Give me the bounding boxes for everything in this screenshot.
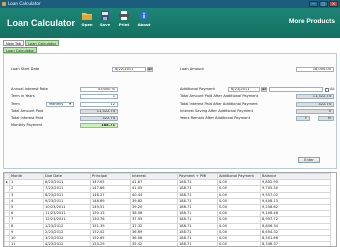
total-amount-paid-label: Total Amount Paid <box>11 109 44 113</box>
term-frequency-value: Monthly <box>49 102 64 106</box>
window-title: Loan Calculator <box>8 1 41 6</box>
table-cell[interactable]: 188.71 <box>177 241 218 246</box>
total-amount-paid-field: 11,322.74 <box>80 109 118 114</box>
additional-payment-date-field[interactable]: 6/23/2011 <box>228 87 260 92</box>
term-label: Term <box>11 102 20 106</box>
monthly-payment-field: 188.71 <box>80 123 118 128</box>
calendar-dropdown-icon[interactable]: ▦▾ <box>261 87 267 92</box>
total-interest-after-field: 322.74 <box>296 102 334 107</box>
interest-saving-label: Interest Saving After Additional Payment <box>180 109 253 113</box>
table-cell[interactable]: 35.42 <box>130 241 178 246</box>
window-titlebar: Loan Calculator – □ × <box>0 0 340 8</box>
save-icon <box>101 11 109 20</box>
save-button[interactable]: Save <box>96 11 114 27</box>
additional-payment-label: Additional Payment <box>180 87 215 91</box>
tab-new-tab[interactable]: New Tab <box>3 40 25 46</box>
open-label: Open <box>81 22 93 27</box>
tab-loan-calculator[interactable]: Loan Calculator <box>25 40 60 46</box>
print-button[interactable]: Print <box>115 11 133 27</box>
annual-rate-field[interactable]: 5.0000 % <box>80 87 118 92</box>
table-cell[interactable]: 11 <box>9 241 44 246</box>
years-remain-m-field: M <box>318 116 334 121</box>
all-checkbox[interactable] <box>325 87 329 92</box>
info-icon <box>139 11 149 20</box>
additional-payment-field[interactable] <box>269 87 323 92</box>
app-title: Loan Calculator <box>7 18 76 28</box>
app-header: Loan Calculator Open Save Print About Mo… <box>0 8 340 38</box>
amortization-table: Month Due Date Principal Interest Paymen… <box>3 172 337 247</box>
enter-button[interactable]: Enter <box>298 157 320 163</box>
annual-rate-label: Annual Interest Rate <box>11 87 48 91</box>
calculator-panel: Loan Start Date 6/22/2011 ▦▾ Loan Amount… <box>3 53 337 169</box>
minimize-button[interactable]: – <box>309 1 318 7</box>
printer-icon <box>119 11 129 20</box>
total-paid-after-label: Total Amount Paid After Additional Payme… <box>180 94 259 98</box>
years-remain-y-field: Y <box>296 116 310 121</box>
loan-amount-label: Loan Amount <box>180 67 204 71</box>
years-remain-label: Years Remain After Additional Payment <box>180 116 250 120</box>
print-label: Print <box>118 22 130 27</box>
close-button[interactable]: × <box>329 1 338 7</box>
loan-start-date-field[interactable]: 6/22/2011 <box>112 67 146 72</box>
maximize-button[interactable]: □ <box>319 1 328 7</box>
table-cell[interactable]: 153.29 <box>90 241 131 246</box>
chevron-down-icon: ▾ <box>69 102 71 106</box>
save-label: Save <box>99 22 111 27</box>
table-cell[interactable]: 8,348.37 <box>260 241 331 246</box>
about-label: About <box>137 22 151 27</box>
total-interest-paid-field: 322.74 <box>80 116 118 121</box>
open-button[interactable]: Open <box>78 11 96 27</box>
all-label: All <box>330 87 335 91</box>
term-years-field[interactable]: 1 <box>80 94 118 99</box>
total-paid-after-field: 11,322.74 <box>296 94 334 99</box>
more-products-link[interactable]: More Products <box>289 18 335 25</box>
term-frequency-select[interactable]: Monthly ▾ <box>46 102 74 107</box>
interest-saving-field: 0 <box>296 109 334 114</box>
calendar-dropdown-icon[interactable]: ▦▾ <box>147 67 153 72</box>
about-button[interactable]: About <box>135 11 153 27</box>
table-row[interactable]: 11 4/23/2012 153.29 35.42 188.71 0.00 8,348.37 <box>4 241 331 246</box>
app-icon <box>2 2 6 6</box>
folder-icon <box>82 13 92 20</box>
monthly-payment-label: Monthly Payment <box>11 123 43 127</box>
loan-start-date-label: Loan Start Date <box>11 67 40 71</box>
term-years-label: Term in Years <box>11 94 35 98</box>
window-controls: – □ × <box>309 1 338 7</box>
table-cell[interactable]: 0.00 <box>217 241 261 246</box>
total-interest-after-label: Total Interest Paid After Additional Pay… <box>180 102 258 106</box>
loan-amount-field[interactable]: 18,000.00 <box>296 67 334 72</box>
term-value-field[interactable]: 12 <box>80 102 118 107</box>
total-interest-paid-label: Total Interest Paid <box>11 116 44 120</box>
tab-bar: New Tab Loan Calculator <box>3 40 60 46</box>
table-cell[interactable]: 4/23/2012 <box>43 241 91 246</box>
